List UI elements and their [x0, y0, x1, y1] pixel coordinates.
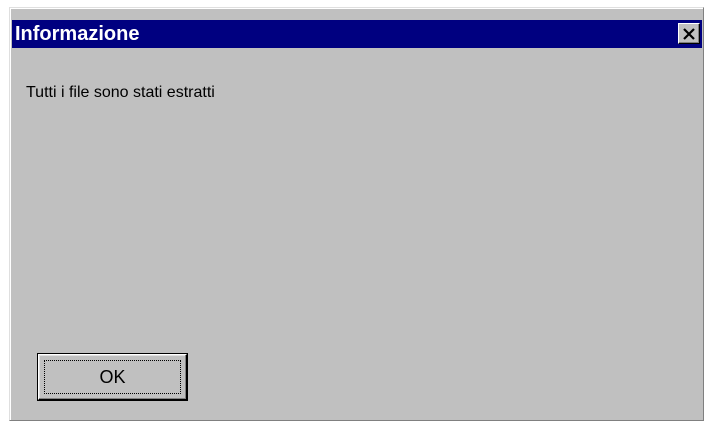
title-bar[interactable]: Informazione: [12, 20, 702, 48]
ok-button[interactable]: OK: [37, 353, 188, 401]
info-dialog: Informazione Tutti i file sono stati est…: [9, 7, 704, 421]
close-icon: [682, 27, 696, 40]
dialog-message: Tutti i file sono stati estratti: [26, 84, 215, 101]
dialog-title: Informazione: [15, 23, 140, 45]
close-button[interactable]: [678, 23, 700, 44]
ok-button-label: OK: [44, 360, 181, 394]
